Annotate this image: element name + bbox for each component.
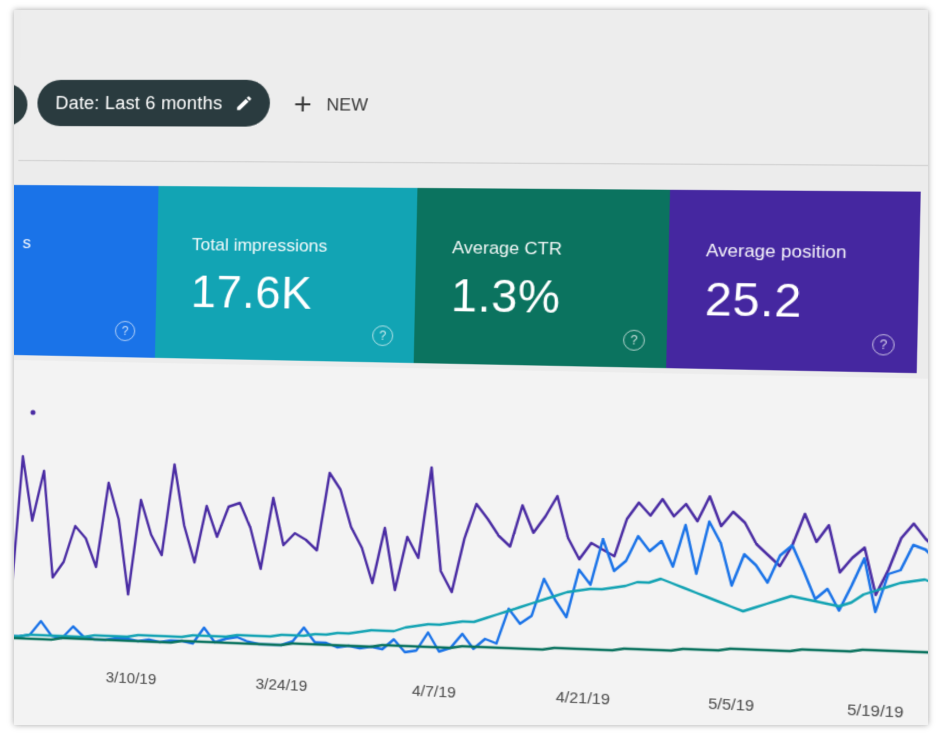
date-filter-label: Date: Last 6 months xyxy=(55,92,222,113)
x-axis-tick-label: 4/21/19 xyxy=(556,689,610,709)
metric-card-value: 25.2 xyxy=(704,274,802,328)
search-console-screen: Date: Last 6 months + NEW s ? Total impr… xyxy=(14,10,928,725)
performance-chart-panel: 93/10/193/24/194/7/194/21/195/5/195/19/1… xyxy=(14,360,928,725)
monitor-frame: Date: Last 6 months + NEW s ? Total impr… xyxy=(14,10,928,725)
date-filter-chip[interactable]: Date: Last 6 months xyxy=(37,80,270,127)
metric-card-value: 1.3% xyxy=(451,271,561,325)
pencil-icon[interactable] xyxy=(235,94,254,112)
x-axis-tick-label: 5/19/19 xyxy=(847,701,904,722)
x-axis-tick-label: 5/5/19 xyxy=(708,695,754,715)
help-icon[interactable]: ? xyxy=(623,330,645,351)
x-axis-tick-label: 3/10/19 xyxy=(106,669,157,688)
metric-card-clicks[interactable]: s ? xyxy=(14,185,159,358)
performance-line-chart[interactable]: 93/10/193/24/194/7/194/21/195/5/195/19/1… xyxy=(14,360,928,725)
chart-series-line-1[interactable] xyxy=(14,500,928,676)
new-filter-button[interactable]: + NEW xyxy=(293,90,368,121)
x-axis-tick-label: 4/7/19 xyxy=(412,682,456,702)
metric-card-average-ctr[interactable]: Average CTR 1.3% ? xyxy=(414,188,670,368)
x-axis-tick-label: 3/24/19 xyxy=(255,676,307,696)
chart-series-line-0[interactable] xyxy=(14,456,928,663)
chart-legend-dot xyxy=(30,410,35,415)
metric-card-label: Total impressions xyxy=(192,235,328,257)
help-icon[interactable]: ? xyxy=(872,334,895,356)
previous-filter-chip[interactable] xyxy=(14,84,28,126)
help-icon[interactable]: ? xyxy=(115,321,136,342)
chart-series-line-3[interactable] xyxy=(14,614,928,678)
filter-toolbar: Date: Last 6 months + NEW xyxy=(18,10,928,167)
metric-card-label: Average position xyxy=(706,241,847,264)
help-icon[interactable]: ? xyxy=(372,325,393,346)
metric-card-value: 17.6K xyxy=(190,267,312,320)
metric-card-label: s xyxy=(22,233,31,253)
new-filter-label: NEW xyxy=(326,95,368,116)
chart-series-line-2[interactable] xyxy=(14,548,928,676)
metric-cards: s ? Total impressions 17.6K ? Average CT… xyxy=(14,185,928,374)
metric-card-total-impressions[interactable]: Total impressions 17.6K ? xyxy=(155,186,418,363)
metric-card-average-position[interactable]: Average position 25.2 ? xyxy=(666,190,921,373)
metric-card-label: Average CTR xyxy=(452,238,562,260)
plus-icon: + xyxy=(293,90,312,121)
